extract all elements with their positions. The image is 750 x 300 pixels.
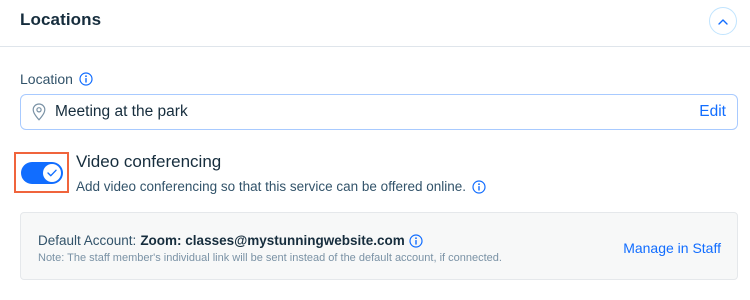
default-account-prefix: Default Account: xyxy=(38,233,137,248)
video-conferencing-title: Video conferencing xyxy=(76,152,222,171)
checkmark-icon xyxy=(47,169,57,177)
info-icon[interactable] xyxy=(472,179,486,194)
location-value: Meeting at the park xyxy=(55,103,188,120)
default-account-panel: Default Account: Zoom: classes@mystunnin… xyxy=(20,212,738,280)
info-icon[interactable] xyxy=(79,72,93,86)
default-account-note: Note: The staff member's individual link… xyxy=(38,252,502,264)
default-account-row: Default Account: Zoom: classes@mystunnin… xyxy=(38,233,423,248)
video-conferencing-toggle[interactable] xyxy=(21,162,63,184)
edit-location-button[interactable]: Edit xyxy=(699,103,726,121)
default-account-value: Zoom: classes@mystunningwebsite.com xyxy=(140,233,405,248)
chevron-up-icon xyxy=(718,18,728,25)
manage-in-staff-button[interactable]: Manage in Staff xyxy=(623,240,721,256)
location-label: Location xyxy=(20,71,73,87)
location-pin-icon xyxy=(32,103,46,121)
section-title: Locations xyxy=(20,10,102,29)
toggle-highlight xyxy=(14,152,69,193)
location-label-row: Location xyxy=(20,71,93,87)
video-conferencing-description-row: Add video conferencing so that this serv… xyxy=(76,179,486,194)
location-field[interactable]: Meeting at the park Edit xyxy=(20,94,738,130)
collapse-button[interactable] xyxy=(709,7,737,35)
toggle-knob xyxy=(43,164,61,182)
video-conferencing-description: Add video conferencing so that this serv… xyxy=(76,179,466,194)
info-icon[interactable] xyxy=(409,233,423,248)
locations-header: Locations xyxy=(0,0,750,47)
